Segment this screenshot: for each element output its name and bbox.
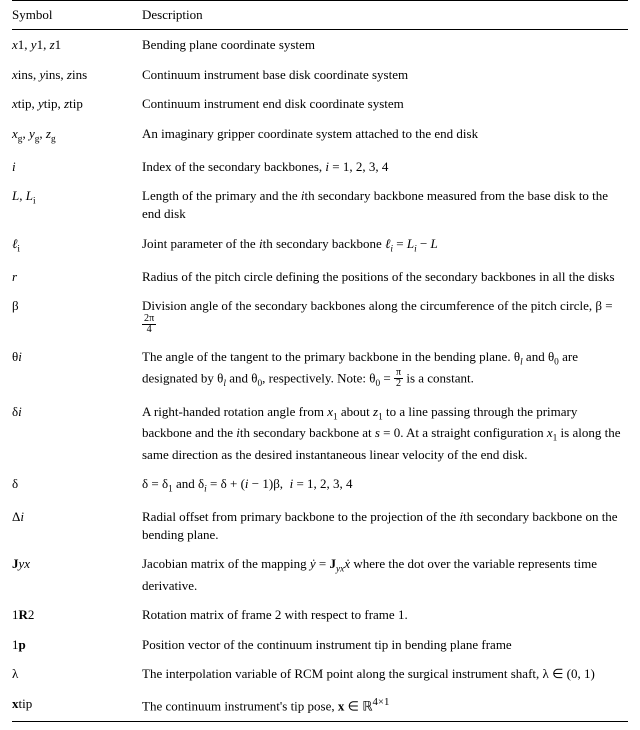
description-cell: Radial offset from primary backbone to t… [142, 502, 628, 549]
symbol-cell: xtip, ytip, ztip [12, 89, 142, 119]
description-cell: Jacobian matrix of the mapping ẏ = Jyxẋ … [142, 549, 628, 600]
description-cell: The angle of the tangent to the primary … [142, 342, 628, 397]
description-cell: Continuum instrument base disk coordinat… [142, 60, 628, 90]
symbol-cell: r [12, 262, 142, 292]
description-cell: Length of the primary and the ith second… [142, 181, 628, 228]
table-row: ΔiRadial offset from primary backbone to… [12, 502, 628, 549]
symbol-cell: Jyx [12, 549, 142, 600]
symbol-cell: xtip [12, 689, 142, 721]
symbol-cell: Δi [12, 502, 142, 549]
table-row: 1pPosition vector of the continuum instr… [12, 630, 628, 660]
table-header-row: Symbol Description [12, 1, 628, 30]
symbol-cell: 1R2 [12, 600, 142, 630]
table-row: xtip, ytip, ztipContinuum instrument end… [12, 89, 628, 119]
description-cell: Radius of the pitch circle defining the … [142, 262, 628, 292]
symbol-cell: 1p [12, 630, 142, 660]
symbol-cell: x1, y1, z1 [12, 30, 142, 60]
description-cell: Position vector of the continuum instrum… [142, 630, 628, 660]
table-row: L, LiLength of the primary and the ith s… [12, 181, 628, 228]
symbol-cell: λ [12, 659, 142, 689]
description-cell: Division angle of the secondary backbone… [142, 291, 628, 342]
nomenclature-table: Symbol Description x1, y1, z1Bending pla… [12, 0, 628, 722]
description-cell: δ = δ1 and δi = δ + (i − 1)β, i = 1, 2, … [142, 469, 628, 502]
symbol-cell: δ [12, 469, 142, 502]
header-description: Description [142, 1, 628, 30]
table-row: λThe interpolation variable of RCM point… [12, 659, 628, 689]
description-cell: Index of the secondary backbones, i = 1,… [142, 152, 628, 182]
table-row: θiThe angle of the tangent to the primar… [12, 342, 628, 397]
symbol-cell: ℓi [12, 229, 142, 262]
symbol-cell: β [12, 291, 142, 342]
table-row: 1R2Rotation matrix of frame 2 with respe… [12, 600, 628, 630]
description-cell: An imaginary gripper coordinate system a… [142, 119, 628, 152]
header-symbol: Symbol [12, 1, 142, 30]
symbol-cell: L, Li [12, 181, 142, 228]
table-row: xtipThe continuum instrument's tip pose,… [12, 689, 628, 721]
table-row: δiA right-handed rotation angle from x1 … [12, 397, 628, 469]
description-cell: A right-handed rotation angle from x1 ab… [142, 397, 628, 469]
table-row: βDivision angle of the secondary backbon… [12, 291, 628, 342]
table-row: xg, yg, zgAn imaginary gripper coordinat… [12, 119, 628, 152]
table-row: x1, y1, z1Bending plane coordinate syste… [12, 30, 628, 60]
description-cell: Bending plane coordinate system [142, 30, 628, 60]
symbol-cell: δi [12, 397, 142, 469]
description-cell: Joint parameter of the ith secondary bac… [142, 229, 628, 262]
table-row: xins, yins, zinsContinuum instrument bas… [12, 60, 628, 90]
table-row: δδ = δ1 and δi = δ + (i − 1)β, i = 1, 2,… [12, 469, 628, 502]
description-cell: Continuum instrument end disk coordinate… [142, 89, 628, 119]
symbol-cell: xg, yg, zg [12, 119, 142, 152]
symbol-cell: i [12, 152, 142, 182]
symbol-cell: xins, yins, zins [12, 60, 142, 90]
description-cell: The interpolation variable of RCM point … [142, 659, 628, 689]
description-cell: The continuum instrument's tip pose, x ∈… [142, 689, 628, 721]
table-row: JyxJacobian matrix of the mapping ẏ = Jy… [12, 549, 628, 600]
table-row: ℓiJoint parameter of the ith secondary b… [12, 229, 628, 262]
symbol-cell: θi [12, 342, 142, 397]
table-row: iIndex of the secondary backbones, i = 1… [12, 152, 628, 182]
description-cell: Rotation matrix of frame 2 with respect … [142, 600, 628, 630]
table-row: rRadius of the pitch circle defining the… [12, 262, 628, 292]
